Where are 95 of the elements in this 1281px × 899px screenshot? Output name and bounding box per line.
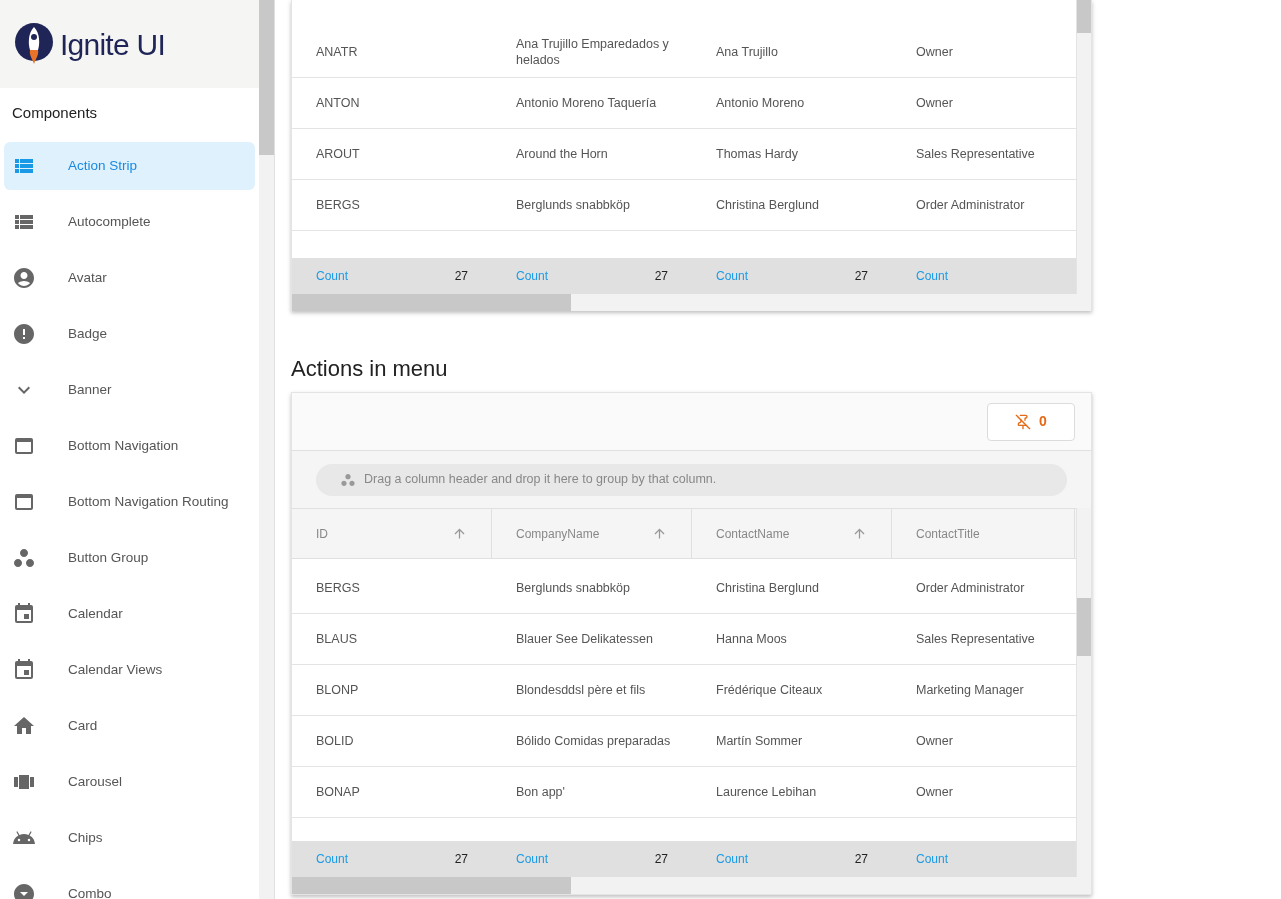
section-title: Components [11,103,98,123]
table-cell: Owner [916,784,953,800]
table-cell: Around the Horn [516,146,608,162]
table-cell: Sales Representative [916,146,1035,162]
exclamation-icon [12,322,36,346]
summary-label: Count [516,851,549,868]
nav-item[interactable]: Avatar [4,254,255,302]
table-cell: Thomas Hardy [716,146,798,162]
summary-label: Count [316,851,349,868]
nav-item[interactable]: Autocomplete [4,198,255,246]
summary-value: 27 [854,268,868,285]
nav-item[interactable]: Calendar [4,590,255,638]
table-cell: Bólido Comidas preparadas [516,733,671,749]
sort-arrow-icon[interactable] [652,526,667,541]
nav-item[interactable]: Bottom Navigation [4,422,255,470]
scrollbar-thumb[interactable] [259,0,274,155]
table-cell: Owner [916,44,953,60]
table-cell: Blauer See Delikatessen [516,631,653,647]
table-row[interactable]: AROUT Around the Horn Thomas Hardy Sales Representative [292,129,1076,180]
table-cell: BLAUS [316,631,357,647]
vertical-scrollbar[interactable] [1076,0,1091,294]
nav-item[interactable]: Chips [4,814,255,862]
table-cell: Martín Sommer [716,733,803,749]
table-cell: Sales Representative [916,631,1035,647]
summary-label: Count [716,268,749,285]
summary-value: 27 [854,851,868,868]
table-cell: Blondesddsl père et fils [516,682,646,698]
table-cell: Bon app' [516,784,565,800]
table-row[interactable]: ANTON Antonio Moreno Taquería Antonio Moreno Owner [292,78,1076,129]
table-row[interactable]: BOLID Bólido Comidas preparadas Martín Sommer Owner [292,716,1076,767]
table-cell: Owner [916,95,953,111]
scrollbar-thumb[interactable] [292,294,571,311]
table-row[interactable]: BONAP Bon app' Laurence Lebihan Owner [292,767,1076,818]
nav-item[interactable]: Button Group [4,534,255,582]
table-cell: Owner [916,733,953,749]
summary-value: 27 [654,268,668,285]
table-cell: Christina Berglund [716,580,819,596]
summary-value: 27 [654,851,668,868]
summary-value: 27 [454,268,468,285]
three-circles-icon [12,546,36,570]
sort-arrow-icon[interactable] [452,526,467,541]
table-cell: Frédérique Citeaux [716,682,823,698]
calendar-icon [12,658,36,682]
summary-label: Count [716,851,749,868]
table-row[interactable]: BLONP Blondesddsl père et fils Frédérique Citeaux Marketing Manager [292,665,1076,716]
horizontal-scrollbar[interactable] [292,294,1091,311]
summary-label: Count [516,268,549,285]
nav-item[interactable]: Card [4,702,255,750]
table-cell: AROUT [316,146,360,162]
table-cell: ANATR [316,44,358,60]
table-cell: BLONP [316,682,359,698]
unpin-icon [1015,413,1032,430]
section-heading: Actions in menu [291,355,448,383]
nav-item[interactable]: Combo [4,870,255,899]
summary-label: Count [916,851,949,868]
table-cell-text: Ana Trujillo Emparedados y helados [516,36,670,68]
table-cell: Antonio Moreno [716,95,805,111]
nav-item[interactable]: Bottom Navigation Routing [4,478,255,526]
summary-label: Count [316,268,349,285]
table-row[interactable]: ANATR Ana Trujillo Emparedados y helados Ana Trujillo Owner [292,27,1076,78]
nav-item[interactable]: Banner [4,366,255,414]
table-row[interactable]: BLAUS Blauer See Delikatessen Hanna Moos Sales Representative [292,614,1076,665]
table-cell: BERGS [316,197,360,213]
nav-item[interactable]: Carousel [4,758,255,806]
table-cell: Laurence Lebihan [716,784,817,800]
calendar-icon [12,602,36,626]
table-cell: Order Administrator [916,197,1025,213]
summary-value: 27 [454,851,468,868]
nav-item[interactable]: Badge [4,310,255,358]
sort-arrow-icon[interactable] [852,526,867,541]
scrollbar-thumb[interactable] [1077,598,1091,656]
table-cell: Berglunds snabbköp [516,580,630,596]
table-cell: Hanna Moos [716,631,787,647]
table-row[interactable]: BERGS Berglunds snabbköp Christina Berglund Order Administrator [292,180,1076,231]
table-cell: Marketing Manager [916,682,1024,698]
sidebar-scrollbar[interactable] [259,0,275,899]
three-circles-icon [340,471,356,488]
table-cell: Christina Berglund [716,197,819,213]
table-cell: Antonio Moreno Taquería [516,95,657,111]
horizontal-scrollbar[interactable] [292,877,1091,894]
table-row[interactable]: BERGS Berglunds snabbköp Christina Berglund Order Administrator [292,563,1076,614]
person-icon [12,266,36,290]
logo-text: Ignite UI [60,26,165,63]
table-cell: BOLID [316,733,354,749]
table-cell: Order Administrator [916,580,1025,596]
table-cell: ANTON [316,95,360,111]
table-cell: BONAP [316,784,360,800]
table-cell: Ana Trujillo [716,44,778,60]
nav-item[interactable]: Calendar Views [4,646,255,694]
rocket-logo-icon [14,22,56,66]
summary-label: Count [916,268,949,285]
scrollbar-thumb[interactable] [292,877,571,894]
scrollbar-thumb[interactable] [1077,0,1091,33]
table-cell: BERGS [316,580,360,596]
table-cell: Berglunds snabbköp [516,197,630,213]
